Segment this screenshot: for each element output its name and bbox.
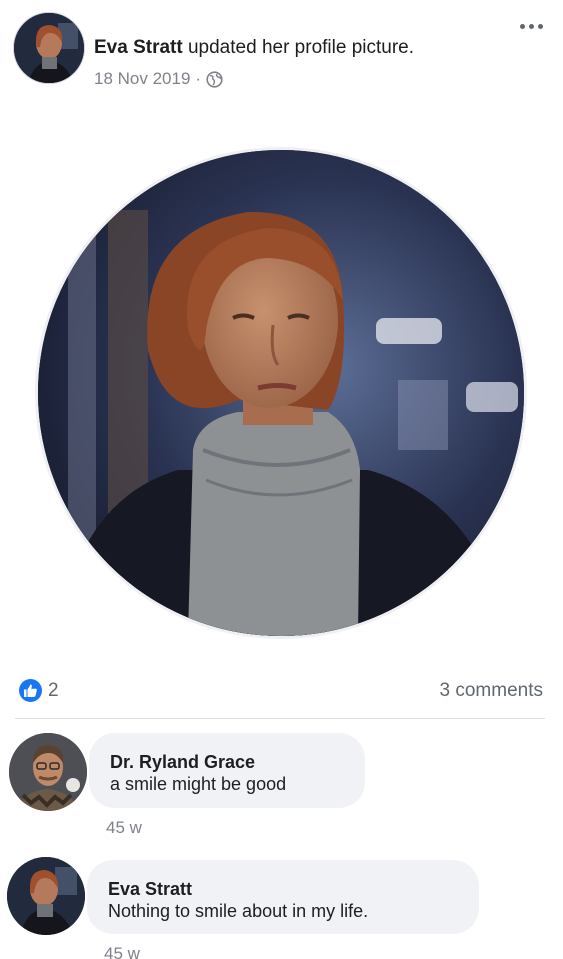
more-options-icon[interactable] [515,16,547,36]
divider [15,718,545,719]
comment-text: Nothing to smile about in my life. [108,901,369,921]
comment-timestamp[interactable]: 45 w [104,944,140,959]
comment-bubble: Eva Stratt Nothing to smile about in my … [87,860,479,934]
comments-count-link[interactable]: 3 comments [440,680,543,702]
comment-text: a smile might be good [110,774,287,794]
profile-picture[interactable] [35,147,527,639]
author-avatar[interactable] [13,12,85,84]
comment-author[interactable]: Eva Stratt [108,878,459,900]
post-action-text: updated her profile picture. [187,37,415,58]
commenter-avatar[interactable] [7,857,85,935]
commenter-avatar[interactable] [9,733,87,811]
meta-separator: · [195,69,202,88]
globe-icon [206,70,223,88]
post-date[interactable]: 18 Nov 2019 [94,69,190,89]
like-reaction-icon[interactable] [19,679,42,702]
post-meta: 18 Nov 2019 · [94,69,223,89]
author-name[interactable]: Eva Stratt [94,37,183,58]
post-card: Eva Stratt updated her profile picture. … [0,0,563,959]
comment-timestamp[interactable]: 45 w [106,818,142,838]
comment-bubble: Dr. Ryland Grace a smile might be good [89,733,365,808]
like-count[interactable]: 2 [48,680,59,702]
comment-author[interactable]: Dr. Ryland Grace [110,751,345,773]
post-headline: Eva Stratt updated her profile picture. [94,37,414,59]
